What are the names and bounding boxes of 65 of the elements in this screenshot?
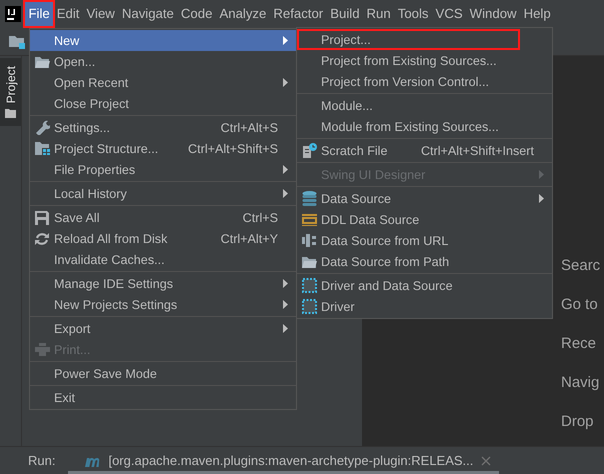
menu-item[interactable]: Power Save Mode <box>30 363 296 384</box>
menu-bar-item[interactable]: File <box>25 2 54 26</box>
hint-text: Searc <box>561 256 602 275</box>
menu-item[interactable]: Data Source from Path <box>297 251 552 272</box>
folder-icon <box>5 109 16 118</box>
menu-item[interactable]: File Properties <box>30 159 296 180</box>
menu-bar-item[interactable]: Help <box>520 2 554 26</box>
dotted-square-icon <box>302 299 316 314</box>
document-clock-icon <box>302 143 316 158</box>
menu-bar-item[interactable]: Edit <box>53 2 83 26</box>
menu-bar-item[interactable]: Analyze <box>216 2 270 26</box>
menu-item[interactable]: Scratch File Ctrl+Alt+Shift+Insert <box>297 140 552 161</box>
hint-text: Go to <box>561 295 599 314</box>
run-tab[interactable]: [org.apache.maven.plugins:maven-archetype-plugin:RELEAS... <box>68 447 500 474</box>
menu-bar-item[interactable]: Run <box>363 2 394 26</box>
hint-text: Navig <box>561 373 600 392</box>
menu-bar-item[interactable]: Build <box>326 2 364 26</box>
menu-item[interactable]: Local History <box>30 183 296 204</box>
menu-item[interactable]: Open Recent <box>30 72 296 93</box>
menu-item[interactable]: Manage IDE Settings <box>30 273 296 294</box>
menu-item[interactable]: Settings... Ctrl+Alt+S <box>30 117 296 138</box>
menu-item[interactable]: Project from Version Control... <box>297 71 552 92</box>
menu-item[interactable]: Module from Existing Sources... <box>297 116 552 137</box>
close-icon <box>481 456 492 466</box>
hint-text: Rece <box>561 334 598 353</box>
ddl-badge-icon <box>302 214 316 226</box>
menu-item[interactable]: Exit <box>30 387 296 408</box>
project-tab[interactable]: Project <box>0 58 21 126</box>
wrench-icon <box>34 120 50 135</box>
menu-item[interactable]: Reload All from Disk Ctrl+Alt+Y <box>30 228 296 249</box>
menu-bar-item[interactable]: Refactor <box>270 2 327 26</box>
plug-icon <box>302 234 316 247</box>
menu-bar-item[interactable]: Code <box>177 2 216 26</box>
menu-item[interactable]: New <box>30 30 296 51</box>
menu-item[interactable]: Export <box>30 318 296 339</box>
menu-bar-item[interactable]: VCS <box>432 2 466 26</box>
menu-item[interactable]: Project... <box>297 29 520 50</box>
printer-icon <box>34 343 50 356</box>
menu-item[interactable]: Data Source from URL <box>297 230 552 251</box>
menu-item[interactable]: Close Project <box>30 93 296 114</box>
menu-item[interactable]: Driver <box>297 296 552 317</box>
menu-item[interactable]: Invalidate Caches... <box>30 249 296 270</box>
menu-bar-item[interactable]: Tools <box>394 2 432 26</box>
menu-item[interactable]: Data Source <box>297 188 552 209</box>
menu-item[interactable]: New Projects Settings <box>30 294 296 315</box>
folder-icon <box>9 34 25 48</box>
reload-icon <box>35 232 49 246</box>
hint-text: Drop <box>561 412 595 431</box>
folder-grid-icon <box>34 142 50 155</box>
menu-item[interactable]: Driver and Data Source <box>297 275 552 296</box>
menu-item[interactable]: Project Structure... Ctrl+Alt+Shift+S <box>30 138 296 159</box>
database-icon <box>302 191 316 206</box>
run-label: Run: <box>28 453 56 468</box>
menu-item[interactable]: Module... <box>297 95 552 116</box>
menu-bar-item[interactable]: Window <box>466 2 520 26</box>
dotted-square-icon <box>302 278 316 293</box>
folder-icon <box>34 56 50 68</box>
menu-item[interactable]: DDL Data Source <box>297 209 552 230</box>
app-logo-icon <box>5 6 21 22</box>
menu-bar-item[interactable]: Navigate <box>118 2 178 26</box>
menu-bar-item[interactable]: View <box>82 2 118 26</box>
menu-item[interactable]: Project from Existing Sources... <box>297 50 552 71</box>
menu-item[interactable]: Open... <box>30 51 296 72</box>
menu-item[interactable]: Save All Ctrl+S <box>30 207 296 228</box>
folder-icon <box>302 256 316 268</box>
